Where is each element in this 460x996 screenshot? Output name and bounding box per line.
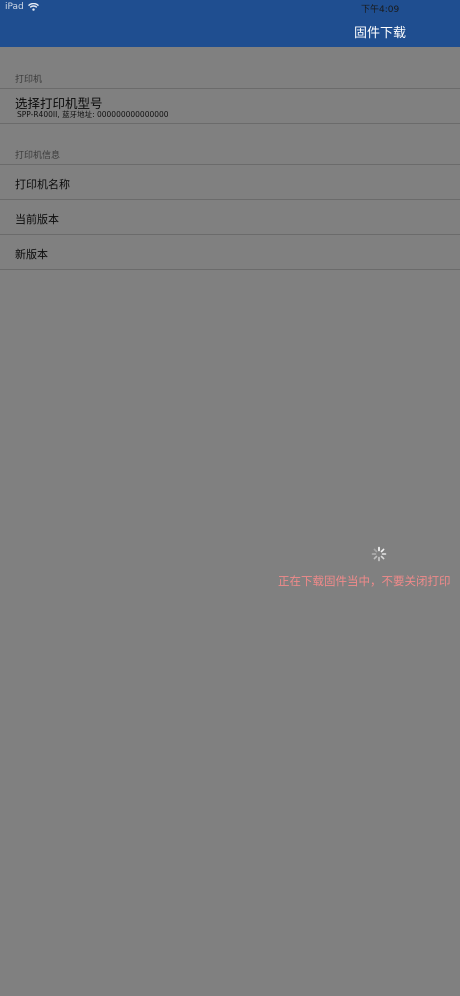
section-header-printer-info: 打印机信息 — [15, 151, 61, 161]
navigation-bar: iPad 下午4:09 固件下载 — [0, 0, 460, 47]
new-version-label: 新版本 — [15, 248, 48, 261]
select-printer-model-row[interactable]: 选择打印机型号 SPP-R400II, 蓝牙地址: 00000000000000… — [0, 89, 460, 124]
current-version-label: 当前版本 — [15, 213, 59, 226]
printer-name-label: 打印机名称 — [15, 178, 70, 191]
status-left: iPad — [5, 2, 39, 12]
wifi-icon — [27, 3, 39, 11]
page-title: 固件下载 — [354, 26, 407, 41]
section-header-printer: 打印机 — [15, 75, 43, 85]
printer-model-subtitle: SPP-R400II, 蓝牙地址: 000000000000000 — [17, 110, 169, 119]
status-bar: iPad 下午4:09 — [0, 0, 460, 15]
current-version-row[interactable]: 当前版本 — [0, 200, 460, 235]
device-name: iPad — [5, 2, 24, 12]
new-version-row[interactable]: 新版本 — [0, 235, 460, 270]
status-time: 下午4:09 — [361, 5, 400, 15]
activity-spinner-icon — [371, 546, 387, 562]
loading-message: 正在下载固件当中，不要关闭打印 — [278, 574, 451, 588]
printer-name-row[interactable]: 打印机名称 — [0, 165, 460, 200]
firmware-download-screen: iPad 下午4:09 固件下载 打印机 选择打印机型号 SPP-R400II,… — [0, 0, 460, 996]
